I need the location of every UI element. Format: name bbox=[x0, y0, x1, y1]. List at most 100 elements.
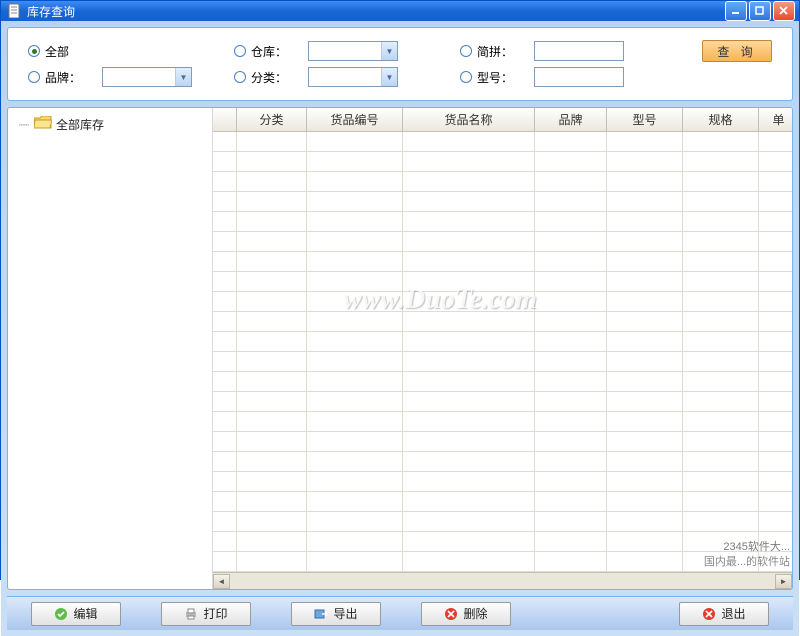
table-row[interactable] bbox=[213, 452, 792, 472]
table-row[interactable] bbox=[213, 312, 792, 332]
column-header-0[interactable] bbox=[213, 108, 237, 131]
column-header-6[interactable]: 规格 bbox=[683, 108, 759, 131]
table-row[interactable] bbox=[213, 412, 792, 432]
radio-model[interactable]: 型号： bbox=[460, 69, 528, 86]
table-cell bbox=[213, 512, 237, 531]
table-cell bbox=[607, 292, 683, 311]
column-header-2[interactable]: 货品编号 bbox=[307, 108, 403, 131]
scroll-track[interactable] bbox=[230, 574, 775, 589]
table-row[interactable] bbox=[213, 492, 792, 512]
radio-warehouse[interactable]: 仓库： bbox=[234, 43, 302, 60]
table-cell bbox=[759, 512, 792, 531]
table-row[interactable] bbox=[213, 172, 792, 192]
chevron-down-icon: ▼ bbox=[381, 68, 397, 86]
table-cell bbox=[213, 132, 237, 151]
table-cell bbox=[535, 472, 607, 491]
table-cell bbox=[535, 372, 607, 391]
grid-body[interactable]: www.DuoTe.com 2345软件大... 国内最...的软件站 bbox=[213, 132, 792, 572]
table-cell bbox=[307, 412, 403, 431]
warehouse-combo[interactable]: ▼ bbox=[308, 41, 398, 61]
table-row[interactable] bbox=[213, 212, 792, 232]
table-row[interactable] bbox=[213, 192, 792, 212]
column-header-3[interactable]: 货品名称 bbox=[403, 108, 535, 131]
print-button[interactable]: 打印 bbox=[161, 602, 251, 626]
scroll-right-button[interactable]: ► bbox=[775, 574, 792, 589]
tree-panel: ······ 全部库存 bbox=[8, 108, 213, 589]
maximize-button[interactable] bbox=[749, 1, 771, 21]
table-cell bbox=[535, 252, 607, 271]
model-input[interactable] bbox=[534, 67, 624, 87]
table-cell bbox=[213, 272, 237, 291]
table-row[interactable] bbox=[213, 152, 792, 172]
app-window: 库存查询 全部 仓库： bbox=[0, 0, 800, 580]
radio-category[interactable]: 分类： bbox=[234, 69, 302, 86]
radio-all[interactable]: 全部 bbox=[28, 43, 96, 60]
tree-connector: ······ bbox=[18, 119, 28, 131]
radio-brand[interactable]: 品牌： bbox=[28, 69, 96, 86]
table-row[interactable] bbox=[213, 272, 792, 292]
table-cell bbox=[683, 512, 759, 531]
table-row[interactable] bbox=[213, 132, 792, 152]
horizontal-scrollbar[interactable]: ◄ ► bbox=[213, 572, 792, 589]
table-row[interactable] bbox=[213, 392, 792, 412]
table-cell bbox=[237, 512, 307, 531]
category-combo[interactable]: ▼ bbox=[308, 67, 398, 87]
table-cell bbox=[213, 372, 237, 391]
table-cell bbox=[759, 312, 792, 331]
table-row[interactable] bbox=[213, 232, 792, 252]
exit-button[interactable]: 退出 bbox=[679, 602, 769, 626]
table-row[interactable] bbox=[213, 352, 792, 372]
table-cell bbox=[403, 172, 535, 191]
column-header-4[interactable]: 品牌 bbox=[535, 108, 607, 131]
table-cell bbox=[213, 432, 237, 451]
table-cell bbox=[307, 532, 403, 551]
edit-button[interactable]: 编辑 bbox=[31, 602, 121, 626]
delete-button[interactable]: 删除 bbox=[421, 602, 511, 626]
edit-label: 编辑 bbox=[73, 605, 97, 622]
radio-pinyin[interactable]: 简拼： bbox=[460, 43, 528, 60]
minimize-button[interactable] bbox=[725, 1, 747, 21]
titlebar[interactable]: 库存查询 bbox=[1, 1, 799, 21]
footer-toolbar: 编辑 打印 导出 删除 退出 bbox=[7, 596, 793, 630]
table-row[interactable] bbox=[213, 472, 792, 492]
table-cell bbox=[403, 552, 535, 571]
table-cell bbox=[237, 152, 307, 171]
table-row[interactable] bbox=[213, 292, 792, 312]
pinyin-input[interactable] bbox=[534, 41, 624, 61]
delete-label: 删除 bbox=[463, 605, 487, 622]
table-cell bbox=[213, 452, 237, 471]
export-label: 导出 bbox=[333, 605, 357, 622]
table-cell bbox=[237, 372, 307, 391]
chevron-down-icon: ▼ bbox=[175, 68, 191, 86]
table-row[interactable] bbox=[213, 332, 792, 352]
close-button[interactable] bbox=[773, 1, 795, 21]
scroll-left-button[interactable]: ◄ bbox=[213, 574, 230, 589]
chevron-down-icon: ▼ bbox=[381, 42, 397, 60]
tree-root-node[interactable]: ······ 全部库存 bbox=[18, 116, 212, 133]
table-cell bbox=[237, 532, 307, 551]
table-row[interactable] bbox=[213, 432, 792, 452]
table-row[interactable] bbox=[213, 372, 792, 392]
table-cell bbox=[403, 512, 535, 531]
table-row[interactable] bbox=[213, 512, 792, 532]
column-header-7[interactable]: 单 bbox=[759, 108, 792, 131]
radio-all-label: 全部 bbox=[45, 43, 69, 60]
table-cell bbox=[237, 492, 307, 511]
table-cell bbox=[403, 252, 535, 271]
table-row[interactable] bbox=[213, 552, 792, 572]
table-cell bbox=[683, 452, 759, 471]
table-cell bbox=[307, 212, 403, 231]
table-cell bbox=[683, 252, 759, 271]
table-cell bbox=[237, 552, 307, 571]
content-area: ······ 全部库存 分类货品编号货品名称品牌型号规格单 www.DuoTe.… bbox=[7, 107, 793, 590]
column-header-1[interactable]: 分类 bbox=[237, 108, 307, 131]
column-header-5[interactable]: 型号 bbox=[607, 108, 683, 131]
export-button[interactable]: 导出 bbox=[291, 602, 381, 626]
query-button[interactable]: 查 询 bbox=[702, 40, 772, 62]
table-row[interactable] bbox=[213, 532, 792, 552]
table-cell bbox=[307, 332, 403, 351]
table-cell bbox=[403, 492, 535, 511]
table-cell bbox=[607, 352, 683, 371]
brand-combo[interactable]: ▼ bbox=[102, 67, 192, 87]
table-row[interactable] bbox=[213, 252, 792, 272]
